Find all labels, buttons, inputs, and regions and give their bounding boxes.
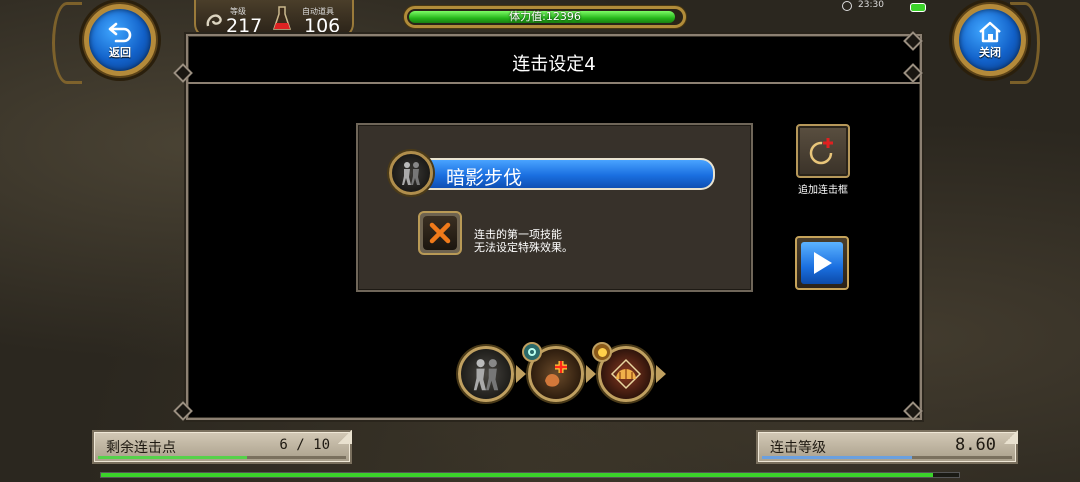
remaining-points-plate: 剩余连击点 6 / 10 [92,430,352,464]
plate-corner [1004,430,1018,444]
dome-shield-icon [610,358,642,390]
experience-fill [101,473,934,477]
combo-level-plate: 连击等级 8.60 [756,430,1018,464]
chain-arrow-2 [586,365,596,383]
stamina-text: 体力值:12396 [509,10,581,23]
stat-plate: 等级 217 自动道具 106 [194,0,354,38]
chain-skill-3-effect-badge [592,342,612,362]
effect-coin-icon [597,347,607,357]
skill-icon-frame[interactable] [389,151,433,195]
back-arrow-icon [108,22,132,42]
skill-name-bar[interactable]: 暗影步伐 [428,158,715,190]
close-button[interactable]: 关闭 [954,4,1026,76]
notice-line-1: 连击的第一项技能 [474,228,562,241]
combo-level-value: 8.60 [955,435,996,455]
chain-arrow-3 [656,365,666,383]
home-icon [979,21,1001,42]
experience-bar [100,472,960,478]
heal-plus-icon [545,361,567,387]
chain-skill-2-effect-badge [522,342,542,362]
panel-title: 连击设定4 [512,54,596,75]
back-button-label: 返回 [109,45,131,59]
remaining-points-fill [98,456,247,459]
combo-level-fill [762,456,912,459]
potion-flask-icon [272,6,292,30]
panel-title-bar: 连击设定4 [188,36,920,84]
left-ornament [52,2,82,84]
remaining-points-value: 6 / 10 [279,437,330,453]
combo-slot-box [356,123,753,292]
status-bar: 23:30 [840,0,930,14]
remaining-points-label: 剩余连击点 [106,440,176,456]
chain-arrow-1 [516,365,526,383]
shadow-step-icon [402,162,420,185]
close-x-icon [429,222,451,244]
level-swirl-icon [206,14,222,27]
play-button[interactable] [795,236,849,290]
chain-skill-1[interactable] [458,346,514,402]
clock-time: 23:30 [858,0,884,10]
add-combo-frame-button[interactable] [796,124,850,178]
remaining-points-bar [98,456,346,459]
combo-level-label: 连击等级 [770,440,826,456]
first-skill-notice: 连击的第一项技能 无法设定特殊效果。 [474,228,573,254]
combo-level-bar [762,456,1012,459]
stamina-bar: 体力值:12396 [404,6,686,28]
close-button-label: 关闭 [979,45,1001,59]
remove-effect-button[interactable] [418,211,462,255]
battery-icon [910,3,926,12]
notice-line-2: 无法设定特殊效果。 [474,241,573,254]
skill-name: 暗影步伐 [446,167,523,189]
shadow-step-icon [473,359,499,391]
clock-icon [842,1,852,11]
effect-swirl-icon [528,348,536,356]
back-button[interactable]: 返回 [84,4,156,76]
add-frame-icon [809,138,833,165]
play-icon [814,252,832,274]
plate-corner [338,430,352,444]
add-combo-frame-label: 追加连击框 [798,185,848,196]
